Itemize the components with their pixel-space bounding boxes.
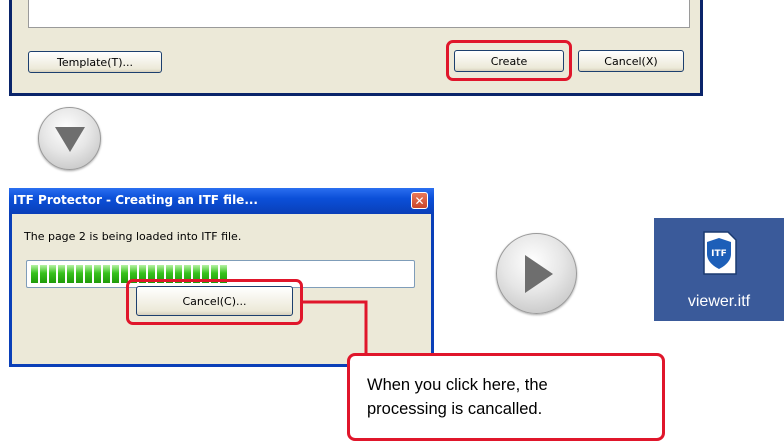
callout-box: When you click here, the processing is c… (347, 353, 665, 441)
callout-line-1: When you click here, the (367, 376, 548, 394)
itf-badge-text: ITF (711, 249, 727, 259)
callout-text: When you click here, the processing is c… (367, 373, 548, 421)
itf-file-icon: ITF (703, 231, 737, 275)
itf-file-tile[interactable]: ITF viewer.itf (654, 218, 784, 321)
file-name-label: viewer.itf (687, 293, 751, 310)
play-arrow-icon (496, 233, 577, 314)
callout-line-2: processing is cancalled. (367, 400, 543, 418)
